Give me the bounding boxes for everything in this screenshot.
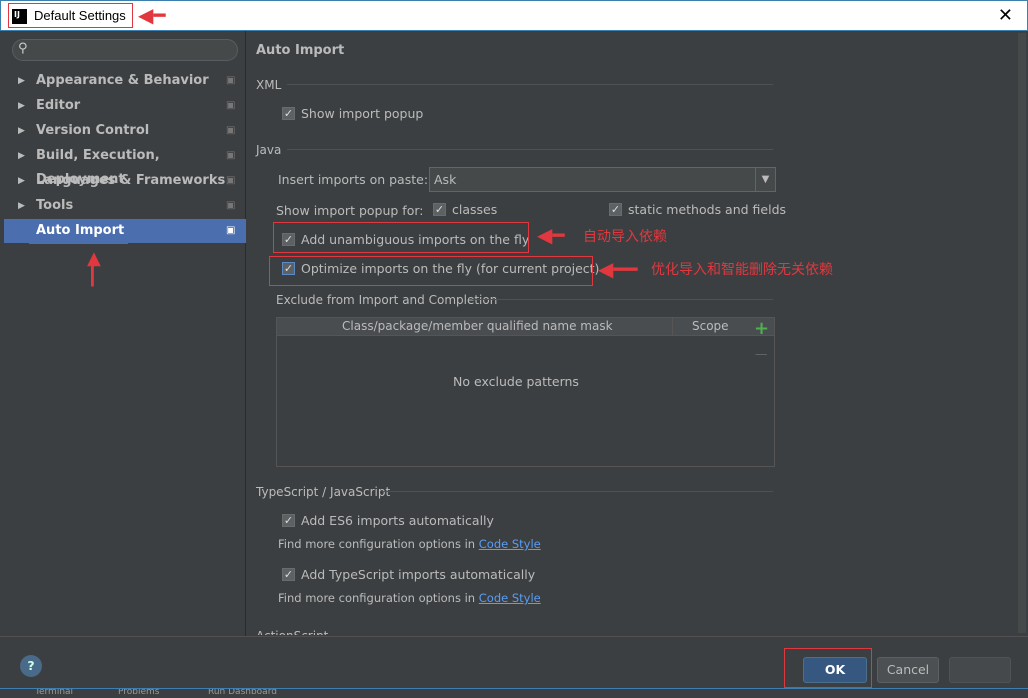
close-icon[interactable]: ✕ [998, 5, 1013, 26]
copy-icon: ▣ [226, 200, 236, 211]
table-header: Class/package/member qualified name mask… [277, 318, 774, 336]
add-es6-imports-checkbox[interactable]: ✓ Add ES6 imports automatically [282, 513, 494, 528]
sidebar-item-tools[interactable]: ▶ Tools ▣ [4, 194, 246, 218]
copy-icon: ▣ [226, 125, 236, 136]
annotation-text: 优化导入和智能删除无关依赖 [651, 262, 833, 278]
expand-icon: ▶ [18, 201, 25, 211]
code-style-link[interactable]: Code Style [479, 537, 541, 551]
checkbox-label: Show import popup [301, 106, 424, 121]
annotation-arrow: ▲ ┃ [87, 248, 101, 287]
config-hint: Find more configuration options in Code … [278, 591, 541, 605]
checkbox-icon: ✓ [433, 203, 446, 216]
show-popup-for-label: Show import popup for: [276, 203, 424, 218]
expand-icon: ▶ [18, 76, 25, 86]
checkbox-icon: ✓ [282, 107, 295, 120]
show-import-popup-xml-checkbox[interactable]: ✓ Show import popup [282, 106, 423, 121]
static-methods-checkbox[interactable]: ✓ static methods and fields [609, 202, 786, 217]
search-icon: ⚲ [18, 41, 28, 56]
classes-checkbox[interactable]: ✓ classes [433, 202, 497, 217]
run-dashboard-tab[interactable]: Run Dashboard [208, 689, 277, 697]
expand-icon: ▶ [18, 101, 25, 111]
annotation-text: 自动导入依赖 [583, 229, 667, 245]
annotation-box [29, 219, 128, 244]
sidebar-item-build[interactable]: ▶ Build, Execution, Deployment ▣ [4, 144, 246, 187]
divider [472, 299, 773, 300]
chevron-down-icon: ▼ [755, 168, 775, 191]
sidebar-item-appearance[interactable]: ▶ Appearance & Behavior ▣ [4, 69, 246, 93]
problems-tab[interactable]: Problems [118, 689, 159, 697]
checkbox-icon: ✓ [609, 203, 622, 216]
sidebar-item-editor[interactable]: ▶ Editor ▣ [4, 94, 246, 118]
apply-button[interactable] [949, 657, 1011, 683]
code-style-link[interactable]: Code Style [479, 591, 541, 605]
remove-icon[interactable]: — [755, 346, 768, 361]
config-hint: Find more configuration options in Code … [278, 537, 541, 551]
section-actionscript: ActionScript [256, 629, 328, 635]
copy-icon: ▣ [226, 225, 236, 236]
annotation-arrow: ◀━ [537, 223, 565, 247]
checkbox-icon: ✓ [282, 514, 295, 527]
annotation-box [8, 3, 133, 28]
checkbox-label: Add ES6 imports automatically [301, 513, 494, 528]
insert-imports-select[interactable]: Ask ▼ [429, 167, 776, 192]
settings-content: Auto Import XML ✓ Show import popup Java … [247, 31, 1028, 636]
copy-icon: ▣ [226, 150, 236, 161]
exclude-table[interactable]: Class/package/member qualified name mask… [276, 317, 775, 467]
section-xml: XML [256, 78, 282, 92]
add-typescript-imports-checkbox[interactable]: ✓ Add TypeScript imports automatically [282, 567, 535, 582]
insert-imports-label: Insert imports on paste: [278, 172, 429, 187]
sidebar-item-label: Tools [36, 198, 74, 213]
annotation-box [784, 648, 872, 688]
checkbox-icon: ✓ [282, 568, 295, 581]
status-bar: Terminal Problems Run Dashboard [0, 688, 1028, 698]
annotation-arrow: ◀━━ [598, 257, 638, 281]
scrollbar[interactable] [1018, 33, 1026, 633]
divider [382, 491, 773, 492]
hint-text: Find more configuration options in [278, 591, 476, 605]
exclude-label: Exclude from Import and Completion [276, 293, 498, 307]
expand-icon: ▶ [18, 176, 25, 186]
copy-icon: ▣ [226, 175, 236, 186]
expand-icon: ▶ [18, 151, 25, 161]
divider [287, 149, 773, 150]
cancel-button[interactable]: Cancel [877, 657, 939, 683]
sidebar-item-label: Version Control [36, 123, 150, 138]
sidebar-item-languages[interactable]: ▶ Languages & Frameworks ▣ [4, 169, 246, 193]
section-java: Java [256, 143, 282, 157]
search-input[interactable]: ⚲ [12, 39, 238, 61]
select-value: Ask [434, 172, 457, 187]
dialog-footer: ? OK Cancel [0, 636, 1028, 688]
help-button[interactable]: ? [20, 655, 42, 677]
expand-icon: ▶ [18, 126, 25, 136]
sidebar-item-version-control[interactable]: ▶ Version Control ▣ [4, 119, 246, 143]
checkbox-label: Add TypeScript imports automatically [301, 567, 536, 582]
annotation-box [273, 222, 529, 253]
hint-text: Find more configuration options in [278, 537, 476, 551]
copy-icon: ▣ [226, 75, 236, 86]
section-typescript: TypeScript / JavaScript [256, 485, 391, 499]
page-title: Auto Import [256, 43, 345, 58]
column-header-scope[interactable]: Scope [692, 319, 729, 333]
empty-message: No exclude patterns [453, 374, 579, 389]
divider [287, 84, 773, 85]
checkbox-label: static methods and fields [628, 202, 787, 217]
sidebar-item-label: Appearance & Behavior [36, 73, 209, 88]
add-icon[interactable]: + [754, 318, 769, 339]
sidebar-item-label: Editor [36, 98, 81, 113]
terminal-tab[interactable]: Terminal [35, 689, 73, 697]
annotation-arrow: ◀━ [138, 3, 166, 27]
column-header-mask[interactable]: Class/package/member qualified name mask [342, 319, 613, 333]
annotation-box [269, 256, 593, 286]
sidebar: ⚲ ▶ Appearance & Behavior ▣ ▶ Editor ▣ ▶ Vers… [0, 31, 246, 636]
copy-icon: ▣ [226, 100, 236, 111]
checkbox-label: classes [452, 202, 498, 217]
sidebar-item-label: Languages & Frameworks [36, 173, 226, 188]
